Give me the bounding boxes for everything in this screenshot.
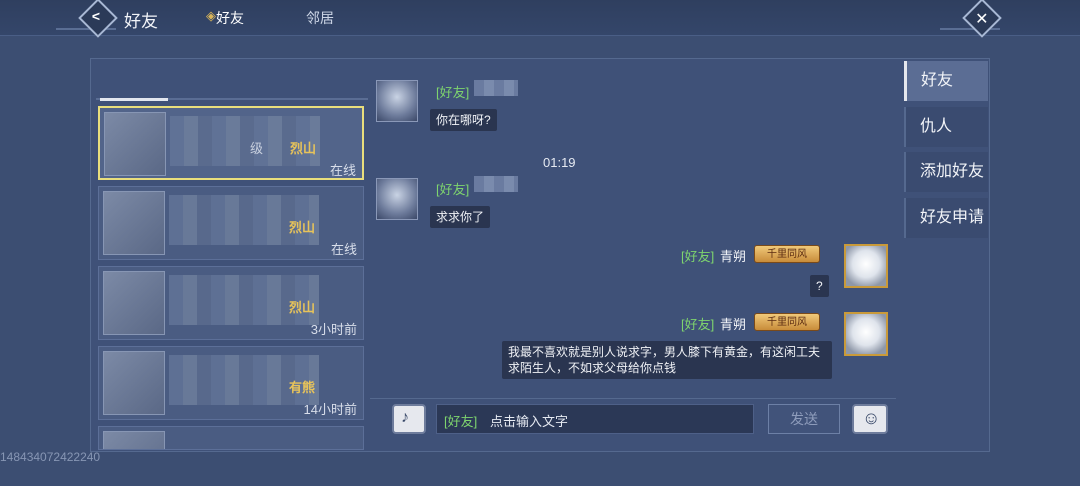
top-bar <box>0 0 1080 36</box>
emoji-button[interactable]: ☺ <box>852 404 888 434</box>
message-input[interactable] <box>436 404 754 434</box>
voice-icon: ♪ <box>401 409 409 426</box>
avatar <box>103 271 165 335</box>
friend-status: 在线 <box>329 163 356 178</box>
sender-name: 青朔 <box>720 249 747 264</box>
friend-sect: 有熊 <box>289 380 316 395</box>
friend-status: 在线 <box>330 242 357 257</box>
voice-button[interactable]: ♪ <box>392 404 426 434</box>
blurred-sender-name <box>474 176 518 192</box>
friend-sect: 烈山 <box>290 141 317 156</box>
close-icon: ✕ <box>975 11 989 29</box>
friend-status: 3小时前 <box>310 322 357 337</box>
tab-neighbors[interactable]: 邻居 <box>306 8 334 28</box>
message-bubble: 我最不喜欢就是别人说求字，男人膝下有黄金，有这闲工夫求陌生人，不如求父母给你点钱 <box>502 341 832 379</box>
chat-timestamp: 01:19 <box>543 155 576 170</box>
avatar <box>103 191 165 255</box>
avatar[interactable] <box>844 312 888 356</box>
side-tab-friend-requests[interactable]: 好友申请 <box>904 198 988 238</box>
avatar[interactable] <box>376 178 418 220</box>
avatar[interactable] <box>844 244 888 288</box>
tab-friends[interactable]: 好友 <box>216 8 244 28</box>
friend-card[interactable]: 烈山 3小时前 <box>98 266 364 340</box>
side-tab-enemies[interactable]: 仇人 <box>904 107 988 147</box>
friend-status: 14小时前 <box>303 402 357 417</box>
emoji-icon: ☺ <box>862 408 881 428</box>
friend-card[interactable]: 有熊 14小时前 <box>98 346 364 420</box>
page-title: 好友 <box>124 12 158 31</box>
side-tab-add-friend[interactable]: 添加好友 <box>904 152 988 192</box>
friend-sect: 烈山 <box>289 300 316 315</box>
input-placeholder: 点击输入文字 <box>490 414 569 429</box>
message-channel-tag: [好友] <box>436 85 470 100</box>
user-id-watermark: 148434072422240 <box>0 450 101 464</box>
message-channel-tag: [好友] <box>436 182 470 197</box>
message-bubble: 你在哪呀? <box>430 109 497 131</box>
back-chevron-icon: < <box>91 7 101 24</box>
friend-sect: 烈山 <box>289 220 316 235</box>
message-bubble: 求求你了 <box>430 206 491 228</box>
avatar <box>103 431 165 449</box>
avatar <box>103 351 165 415</box>
friend-card[interactable] <box>98 426 364 450</box>
friend-card[interactable]: 级 烈山 在线 <box>98 106 364 180</box>
send-button[interactable]: 发送 <box>768 404 840 434</box>
friend-card[interactable]: 烈山 在线 <box>98 186 364 260</box>
input-channel-tag: [好友] <box>444 414 478 429</box>
message-channel-tag: [好友] <box>681 249 715 264</box>
sender-name: 青朔 <box>720 317 747 332</box>
message-bubble: ? <box>810 275 829 297</box>
avatar <box>104 112 166 176</box>
title-ornament-icon: ◈ <box>206 8 216 23</box>
friend-list-tabs <box>96 66 368 100</box>
blurred-sender-name <box>474 80 518 96</box>
friend-level: 级 <box>250 141 264 156</box>
title-badge: 千里同风 <box>754 313 820 331</box>
side-tab-friends[interactable]: 好友 <box>904 61 988 101</box>
title-badge: 千里同风 <box>754 245 820 263</box>
avatar[interactable] <box>376 80 418 122</box>
message-channel-tag: [好友] <box>681 317 715 332</box>
tab-underline <box>100 98 168 101</box>
